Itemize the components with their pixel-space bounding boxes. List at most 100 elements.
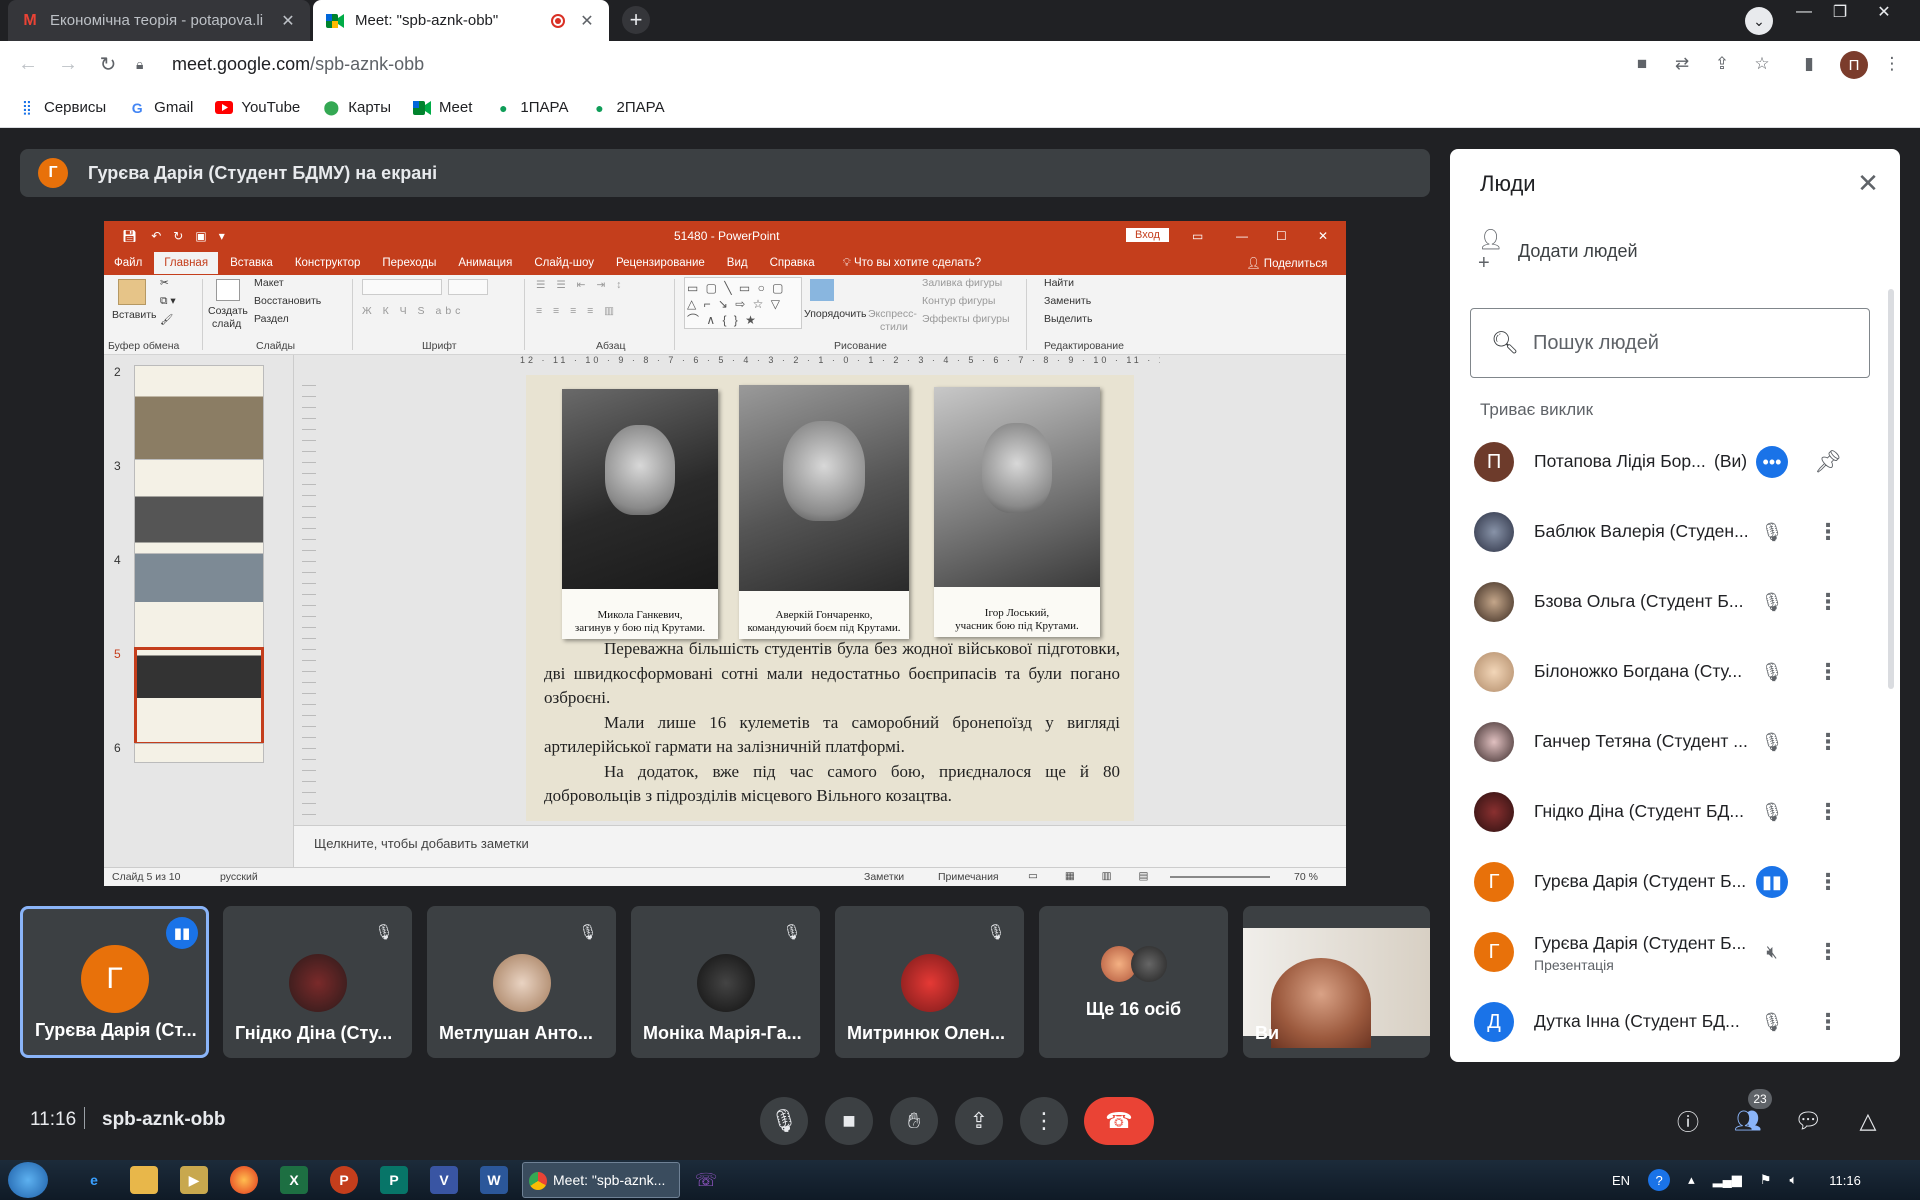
ppt-reset: Восстановить	[254, 295, 322, 307]
add-people-button[interactable]: 👤︎+ Додати людей	[1478, 227, 1638, 275]
viber-icon[interactable]: ☏	[692, 1166, 720, 1194]
bookmark-star-icon[interactable]: ☆	[1750, 52, 1774, 76]
meeting-time: 11:16	[30, 1109, 77, 1130]
participant-row[interactable]: Г Гурєва Дарія (Студент Б... Презентація…	[1450, 916, 1900, 986]
microphone-button[interactable]: 🎙︎	[760, 1097, 808, 1145]
tab-search-icon[interactable]: ⌄	[1745, 7, 1773, 35]
participant-name: Митринюк Олен...	[847, 1023, 1006, 1043]
restore-icon[interactable]: ❐	[1822, 0, 1858, 24]
participant-row[interactable]: П Потапова Лідія Бор... (Ви) ••• 📌︎	[1450, 426, 1900, 496]
speaking-indicator-icon: ▮▮	[166, 917, 198, 949]
search-people-input[interactable]: 🔍︎ Пошук людей	[1470, 308, 1870, 378]
meeting-info-icon[interactable]: ⓘ	[1672, 1105, 1704, 1137]
participant-row[interactable]: Ганчер Тетяна (Студент ... 🎙︎ ⋮	[1450, 706, 1900, 776]
activities-icon[interactable]: △	[1852, 1105, 1884, 1137]
present-screen-button[interactable]: ⇪	[955, 1097, 1003, 1145]
translate-icon[interactable]: ⇄	[1670, 52, 1694, 76]
tab-gmail[interactable]: M Економічна теорія - potapova.li ✕	[8, 0, 310, 41]
participant-tile[interactable]: 🎙︎ Метлушан Анто...	[427, 906, 616, 1058]
camera-in-use-icon[interactable]: ■	[1630, 52, 1654, 76]
pin-icon[interactable]: 📌︎	[1812, 446, 1844, 478]
language-indicator[interactable]: EN	[1612, 1173, 1630, 1188]
more-vert-icon[interactable]: ⋮	[1812, 656, 1844, 688]
ppt-select: Выделить	[1044, 313, 1093, 325]
word-icon[interactable]: W	[480, 1166, 508, 1194]
close-icon[interactable]: ✕	[1850, 165, 1886, 201]
slide-thumbnail	[134, 743, 264, 763]
minimize-icon[interactable]: —	[1786, 0, 1822, 24]
camera-button[interactable]: ■	[825, 1097, 873, 1145]
leave-call-button[interactable]: ☎︎	[1084, 1097, 1154, 1145]
avatar: П	[1474, 442, 1514, 482]
more-participants-tile[interactable]: Ще 16 осіб	[1039, 906, 1228, 1058]
profile-avatar[interactable]: П	[1840, 51, 1868, 79]
bookmark-youtube[interactable]: YouTube	[215, 99, 300, 117]
explorer-icon[interactable]	[130, 1166, 158, 1194]
participant-row[interactable]: Білоножко Богдана (Сту... 🎙︎ ⋮	[1450, 636, 1900, 706]
excel-icon[interactable]: X	[280, 1166, 308, 1194]
ie-icon[interactable]: e	[80, 1166, 108, 1194]
participant-row[interactable]: Бзова Ольга (Студент Б... 🎙︎ ⋮	[1450, 566, 1900, 636]
new-tab-button[interactable]: +	[622, 6, 650, 34]
help-icon[interactable]: ?	[1648, 1169, 1671, 1191]
chrome-menu-icon[interactable]: ⋮	[1880, 52, 1904, 76]
share-icon[interactable]: ⇪	[1710, 52, 1734, 76]
participant-row[interactable]: Д Дутка Інна (Студент БД... 🎙︎ ⋮	[1450, 986, 1900, 1056]
more-vert-icon[interactable]: ⋮	[1812, 796, 1844, 828]
clock[interactable]: 11:16	[1829, 1173, 1861, 1188]
side-panel-icon[interactable]: ▮	[1797, 52, 1821, 76]
network-icon[interactable]: ▂▄▆	[1713, 1172, 1742, 1188]
more-vert-icon[interactable]: ⋮	[1812, 586, 1844, 618]
scrollbar[interactable]	[1888, 289, 1894, 689]
media-icon[interactable]: ▶	[180, 1166, 208, 1194]
slide-thumbnail	[134, 459, 264, 557]
participant-row[interactable]: Баблюк Валерія (Студен... 🎙︎ ⋮	[1450, 496, 1900, 566]
raise-hand-button[interactable]: ✋︎	[890, 1097, 938, 1145]
volume-icon[interactable]: 🔈︎	[1789, 1172, 1797, 1188]
bookmark-meet[interactable]: Meet	[413, 99, 472, 117]
chat-icon[interactable]: 💬︎	[1792, 1105, 1824, 1137]
people-icon[interactable]: 👥︎	[1732, 1105, 1764, 1137]
flag-icon[interactable]: ⚑	[1760, 1172, 1772, 1188]
bookmark-1para[interactable]: ● 1ПАРА	[494, 99, 568, 117]
reload-icon[interactable]: ↻	[90, 46, 126, 82]
firefox-icon[interactable]	[230, 1166, 258, 1194]
more-vert-icon[interactable]: ⋮	[1812, 1006, 1844, 1038]
more-vert-icon[interactable]: ⋮	[1812, 516, 1844, 548]
visio-icon[interactable]: V	[430, 1166, 458, 1194]
tab-meet[interactable]: Meet: "spb-aznk-obb" ✕	[313, 0, 609, 41]
presenter-banner-text: Гурєва Дарія (Студент БДМУ) на екрані	[88, 162, 438, 183]
participant-tile[interactable]: Г ▮▮ Гурєва Дарія (Ст...	[20, 906, 209, 1058]
more-vert-icon[interactable]: ⋮	[1812, 866, 1844, 898]
more-dots-icon[interactable]: •••	[1756, 446, 1788, 478]
start-button[interactable]	[8, 1162, 48, 1198]
tray-expand-icon[interactable]: ▴	[1688, 1172, 1695, 1188]
bookmark-gmail[interactable]: G Gmail	[128, 99, 194, 117]
more-vert-icon[interactable]: ⋮	[1812, 936, 1844, 968]
google-icon: G	[131, 99, 143, 116]
publisher-icon[interactable]: P	[380, 1166, 408, 1194]
close-icon[interactable]: ✕	[278, 11, 298, 31]
more-vert-icon[interactable]: ⋮	[1812, 726, 1844, 758]
address-bar[interactable]: 🔒︎ meet.google.com/spb-aznk-obb	[136, 46, 1636, 82]
photo-card: Аверкій Гончаренко, командуючий боєм під …	[739, 385, 909, 639]
participant-row[interactable]: Г Гурєва Дарія (Студент Б... ▮▮ ⋮	[1450, 846, 1900, 916]
more-options-button[interactable]: ⋮	[1020, 1097, 1068, 1145]
powerpoint-icon[interactable]: P	[330, 1166, 358, 1194]
participant-tile[interactable]: 🎙︎ Митринюк Олен...	[835, 906, 1024, 1058]
meet-control-bar: 11:16 spb-aznk-obb 🎙︎ ■ ✋︎ ⇪ ⋮ ☎︎ ⓘ 👥︎ 2…	[0, 1081, 1920, 1161]
avatar	[1131, 946, 1167, 982]
forward-icon[interactable]: →	[50, 46, 86, 82]
participant-tile[interactable]: 🎙︎ Гнідко Діна (Сту...	[223, 906, 412, 1058]
bookmark-maps[interactable]: ⬤ Карты	[322, 99, 391, 117]
bookmark-2para[interactable]: ● 2ПАРА	[591, 99, 664, 117]
close-icon[interactable]: ✕	[577, 11, 597, 31]
self-view-tile[interactable]: Ви	[1243, 906, 1430, 1058]
participant-row[interactable]: Гнідко Діна (Студент БД... 🎙︎ ⋮	[1450, 776, 1900, 846]
bookmark-apps[interactable]: ⣿ Сервисы	[18, 99, 106, 117]
taskbar-chrome-button[interactable]: Meet: "spb-aznk...	[522, 1162, 680, 1198]
back-icon[interactable]: ←	[10, 46, 46, 82]
ppt-close-icon: ✕	[1318, 229, 1329, 243]
participant-tile[interactable]: 🎙︎ Моніка Марія-Га...	[631, 906, 820, 1058]
window-close-icon[interactable]: ✕	[1866, 0, 1902, 24]
